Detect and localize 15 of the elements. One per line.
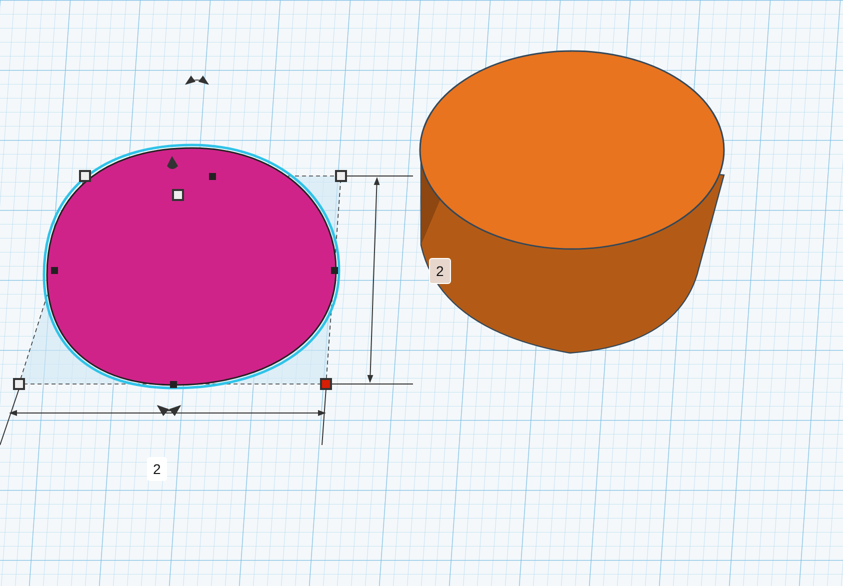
cylinder-shape[interactable] (419, 50, 725, 354)
rotate-icon[interactable] (156, 405, 182, 416)
edge-handle[interactable] (209, 173, 216, 180)
corner-handle[interactable] (335, 170, 347, 182)
edge-handle[interactable] (51, 267, 58, 274)
edge-handle[interactable] (331, 267, 338, 274)
height-handle[interactable] (172, 189, 184, 201)
edge-handle[interactable] (170, 381, 177, 388)
corner-handle[interactable] (13, 378, 25, 390)
width-value-label[interactable]: 2 (147, 457, 167, 481)
lift-cone-icon[interactable] (167, 156, 178, 169)
corner-handle[interactable] (320, 378, 332, 390)
corner-handle[interactable] (79, 170, 91, 182)
height-value-label[interactable]: 2 (429, 258, 451, 284)
rotate-icon[interactable] (184, 76, 210, 85)
